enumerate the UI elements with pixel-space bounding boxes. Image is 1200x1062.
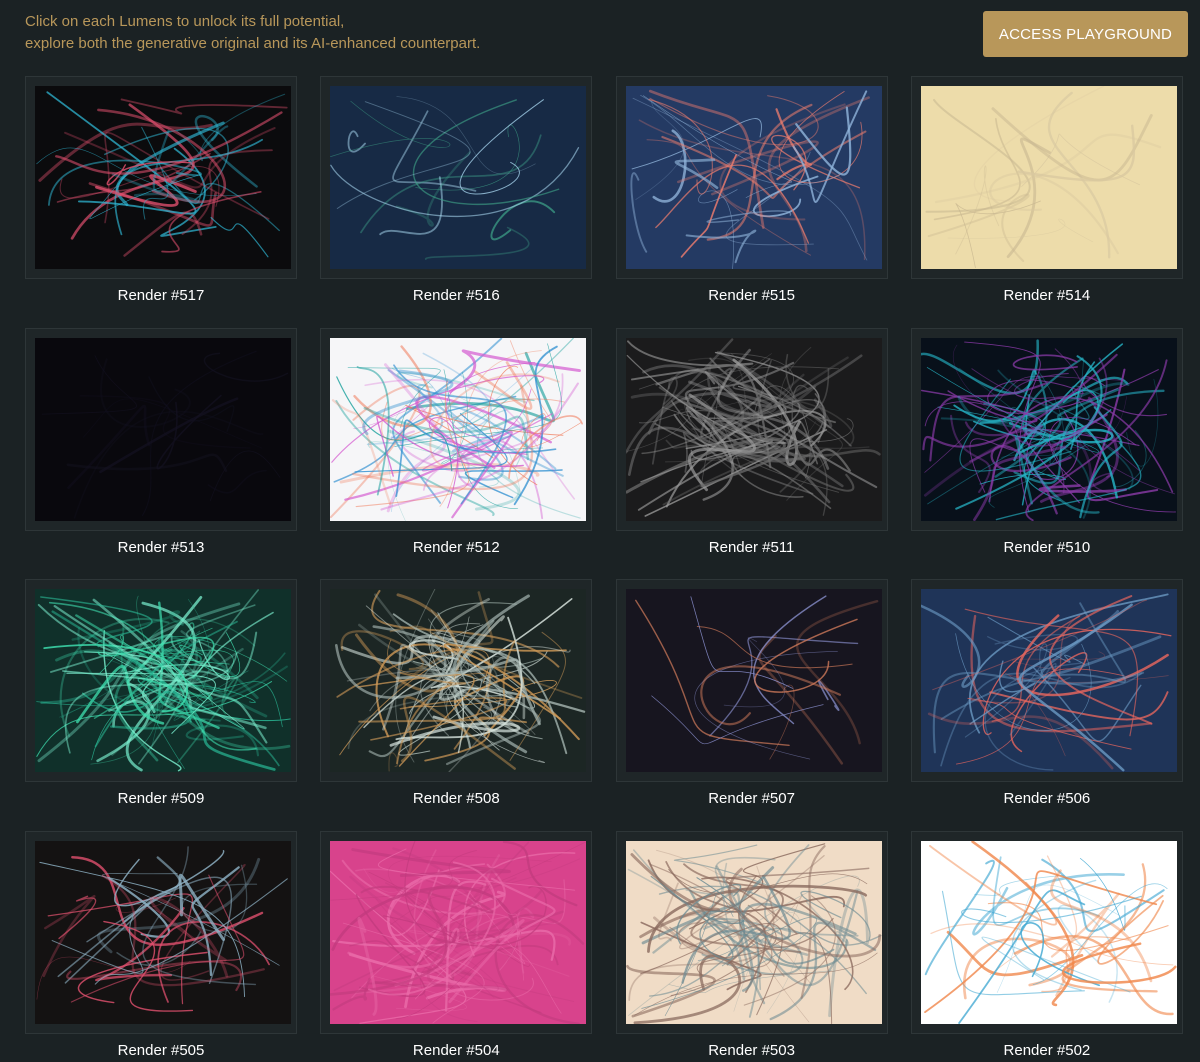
render-card[interactable] [615,76,888,279]
render-card[interactable] [25,830,297,1034]
render-card[interactable] [910,579,1183,782]
render-thumbnail[interactable] [330,840,587,1024]
render-tile[interactable]: Render #514 [910,76,1183,328]
render-tile[interactable]: Render #509 [25,579,297,831]
render-thumbnail[interactable] [35,840,291,1024]
render-card[interactable] [320,830,593,1034]
render-thumbnail[interactable] [920,589,1177,772]
render-caption[interactable]: Render #502 [911,1042,1183,1060]
render-caption[interactable]: Render #517 [25,287,297,305]
render-card[interactable] [25,76,297,279]
render-caption[interactable]: Render #507 [616,790,888,808]
render-thumbnail[interactable] [625,589,882,772]
render-tile[interactable]: Render #512 [320,327,593,580]
render-caption[interactable]: Render #505 [25,1042,297,1060]
render-caption[interactable]: Render #512 [320,539,592,557]
intro-line-2: explore both the generative original and… [25,35,481,52]
render-tile[interactable]: Render #507 [615,579,888,831]
render-caption[interactable]: Render #514 [911,287,1183,305]
render-thumbnail[interactable] [330,589,587,772]
render-gallery: Render #517 Render #516 Render #515 Render … [25,76,1183,1062]
render-thumbnail[interactable] [35,337,291,521]
render-tile[interactable]: Render #508 [320,579,593,831]
render-tile[interactable]: Render #516 [320,76,593,328]
render-tile[interactable]: Render #506 [910,579,1183,831]
render-card[interactable] [615,579,888,782]
render-caption[interactable]: Render #515 [616,287,888,305]
render-tile[interactable]: Render #503 [615,830,888,1062]
render-card[interactable] [320,579,593,782]
intro-text: Click on each Lumens to unlock its full … [25,11,480,55]
render-tile[interactable]: Render #515 [615,76,888,328]
render-caption[interactable]: Render #506 [911,790,1183,808]
render-caption[interactable]: Render #504 [320,1042,592,1060]
render-caption[interactable]: Render #513 [25,539,297,557]
render-thumbnail[interactable] [35,86,291,269]
render-tile[interactable]: Render #505 [25,830,297,1062]
render-caption[interactable]: Render #509 [25,790,297,808]
render-card[interactable] [320,76,593,279]
render-tile[interactable]: Render #504 [320,830,593,1062]
render-thumbnail[interactable] [920,86,1177,269]
render-tile[interactable]: Render #513 [25,327,297,580]
render-card[interactable] [615,327,888,531]
render-card[interactable] [25,579,297,782]
render-thumbnail[interactable] [330,86,587,269]
render-thumbnail[interactable] [35,589,291,772]
render-tile[interactable]: Render #510 [910,327,1183,580]
render-card[interactable] [615,830,888,1034]
render-caption[interactable]: Render #510 [911,539,1183,557]
render-card[interactable] [320,327,593,531]
render-tile[interactable]: Render #502 [910,830,1183,1062]
render-thumbnail[interactable] [625,840,882,1024]
render-thumbnail[interactable] [920,337,1177,521]
render-tile[interactable]: Render #517 [25,76,297,328]
render-caption[interactable]: Render #516 [320,287,592,305]
intro-line-1: Click on each Lumens to unlock its full … [25,13,345,30]
render-card[interactable] [25,327,297,531]
render-thumbnail[interactable] [920,840,1177,1024]
access-playground-button[interactable]: ACCESS PLAYGROUND [983,11,1188,57]
render-caption[interactable]: Render #508 [320,790,592,808]
render-thumbnail[interactable] [625,86,882,269]
render-card[interactable] [910,76,1183,279]
render-thumbnail[interactable] [625,337,882,521]
render-caption[interactable]: Render #511 [616,539,888,557]
render-card[interactable] [910,327,1183,531]
render-tile[interactable]: Render #511 [615,327,888,580]
render-caption[interactable]: Render #503 [616,1042,888,1060]
render-thumbnail[interactable] [330,337,587,521]
render-card[interactable] [910,830,1183,1034]
